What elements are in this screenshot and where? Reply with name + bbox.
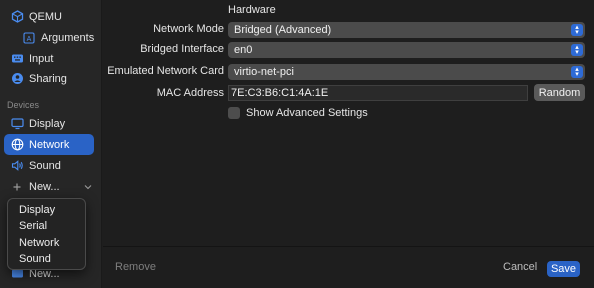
sidebar-item-label: Network [29,138,70,151]
sharing-icon [10,72,24,86]
popup-item-sound[interactable]: Sound [8,251,85,267]
emulated-card-select[interactable]: virtio-net-pci ▴ ▾ [228,64,585,80]
chevron-down-icon [84,184,92,190]
sidebar-item-display[interactable]: Display [4,113,94,134]
sidebar: QEMU A Arguments Input Sharing Devices D… [0,0,102,288]
display-icon [10,117,24,131]
emulated-card-label: Emulated Network Card [107,65,224,77]
sidebar-item-sound[interactable]: Sound [4,155,94,176]
remove-button[interactable]: Remove [115,261,156,273]
sound-icon [10,159,24,173]
chevron-up-down-icon: ▴ ▾ [571,44,583,56]
devices-section-header: Devices [7,100,40,110]
qemu-icon [10,10,24,24]
sidebar-item-label: Sharing [29,72,67,85]
bridged-interface-select[interactable]: en0 ▴ ▾ [228,42,585,58]
cancel-button[interactable]: Cancel [503,261,537,273]
network-mode-value: Bridged (Advanced) [234,24,332,36]
advanced-settings-label: Show Advanced Settings [246,107,368,119]
network-mode-label: Network Mode [153,23,224,35]
popup-item-network[interactable]: Network [8,235,85,251]
popup-item-serial[interactable]: Serial [8,218,85,234]
plus-icon [10,180,24,194]
svg-text:A: A [27,36,32,43]
popup-item-display[interactable]: Display [8,202,85,218]
input-icon [10,52,24,66]
main-panel: Hardware Network Mode Bridged (Advanced)… [103,0,594,288]
sidebar-item-label: Sound [29,159,61,172]
sidebar-item-input[interactable]: Input [4,48,94,69]
sidebar-item-network[interactable]: Network [4,134,94,155]
chevron-up-down-icon: ▴ ▾ [571,66,583,78]
mac-address-value: 7E:C3:B6:C1:4A:1E [231,87,329,99]
sidebar-item-label: Display [29,117,66,130]
sidebar-item-sharing[interactable]: Sharing [4,68,94,89]
emulated-card-value: virtio-net-pci [234,66,294,78]
bridged-interface-label: Bridged Interface [140,43,224,55]
footer-divider [103,246,594,247]
random-mac-button[interactable]: Random [534,84,585,101]
globe-icon [10,138,24,152]
mac-address-field[interactable]: 7E:C3:B6:C1:4A:1E [228,85,528,101]
sidebar-item-arguments[interactable]: A Arguments [16,27,96,48]
sidebar-item-label: Arguments [41,31,95,44]
advanced-settings-row[interactable]: Show Advanced Settings [228,107,368,119]
section-title-hardware: Hardware [228,4,276,16]
arguments-icon: A [22,31,36,45]
new-device-label: New... [29,180,60,193]
new-device-button[interactable]: New... [4,176,94,197]
new-device-popup-menu: Display Serial Network Sound [7,198,86,270]
sidebar-item-qemu[interactable]: QEMU [4,6,94,27]
save-button[interactable]: Save [547,261,580,277]
chevron-up-down-icon: ▴ ▾ [571,24,583,36]
bridged-interface-value: en0 [234,44,253,56]
network-mode-select[interactable]: Bridged (Advanced) ▴ ▾ [228,22,585,38]
sidebar-item-label: Input [29,52,54,65]
mac-address-label: MAC Address [156,87,224,99]
advanced-settings-checkbox[interactable] [228,107,240,119]
sidebar-item-label: QEMU [29,10,62,23]
